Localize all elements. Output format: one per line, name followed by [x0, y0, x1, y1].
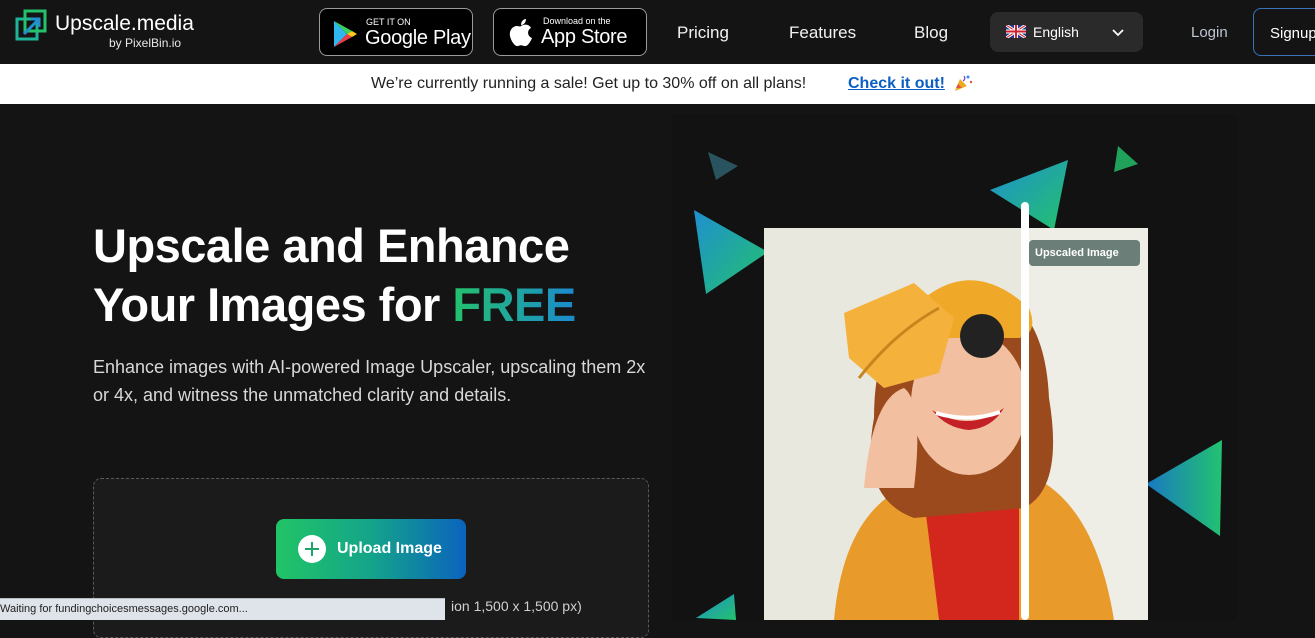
app-store-badge[interactable]: Download on the App Store: [493, 8, 647, 56]
language-select[interactable]: English: [990, 12, 1143, 52]
triangle-shape: [990, 160, 1068, 230]
hero-title-line1: Upscale and Enhance: [93, 219, 570, 272]
party-popper-icon: [955, 75, 973, 91]
google-play-icon: [334, 21, 357, 47]
upscaled-tag-label: Upscaled Image: [1035, 247, 1119, 259]
hero-heading: Upscale and Enhance Your Images for FREE: [93, 216, 576, 334]
comparison-slider-handle[interactable]: [1021, 202, 1029, 620]
brand-sub: by PixelBin.io: [109, 36, 182, 50]
signup-button[interactable]: Signup: [1253, 8, 1315, 56]
logo-mark-icon: [15, 9, 47, 41]
sale-message: We’re currently running a sale! Get up t…: [371, 75, 807, 92]
sale-cta-link[interactable]: Check it out!: [848, 75, 945, 93]
hero-description: Enhance images with AI-powered Image Ups…: [93, 357, 646, 405]
google-play-big: Google Play: [365, 27, 471, 49]
app-store-big: App Store: [541, 26, 628, 48]
login-link[interactable]: Login: [1191, 24, 1228, 41]
comparison-image: [764, 228, 1148, 620]
signup-label: Signup: [1270, 25, 1315, 42]
upload-resolution-note: ion 1,500 x 1,500 px): [451, 598, 582, 614]
apple-icon: [509, 19, 532, 47]
chevron-down-icon: [1112, 29, 1124, 37]
triangle-shape: [696, 594, 736, 620]
google-play-small: GET IT ON: [366, 17, 411, 27]
nav-pricing[interactable]: Pricing: [677, 23, 729, 43]
top-navbar: Upscale.media by PixelBin.io GET IT ON G…: [0, 0, 1315, 64]
hero-title-highlight: FREE: [452, 278, 576, 331]
sale-banner: We’re currently running a sale! Get up t…: [0, 64, 1315, 104]
triangle-shape: [1146, 440, 1222, 536]
upload-button-label: Upload Image: [337, 540, 442, 557]
brand-name: Upscale.media: [55, 12, 194, 35]
nav-features[interactable]: Features: [789, 23, 856, 43]
triangle-shape: [708, 152, 738, 180]
uk-flag-icon: [1006, 25, 1026, 38]
language-label: English: [1033, 24, 1079, 40]
google-play-badge[interactable]: GET IT ON Google Play: [319, 8, 473, 56]
upload-image-button[interactable]: Upload Image: [276, 519, 466, 579]
browser-status-bar: Waiting for fundingchoicesmessages.googl…: [0, 598, 445, 620]
brand-logo[interactable]: Upscale.media by PixelBin.io: [15, 9, 205, 53]
app-store-small: Download on the: [543, 16, 611, 26]
woman-with-leaf-illustration: [834, 280, 1114, 620]
status-text: Waiting for fundingchoicesmessages.googl…: [0, 603, 248, 615]
upscaled-image-tag: Upscaled Image: [1029, 240, 1140, 266]
hero-title-prefix: Your Images for: [93, 278, 453, 331]
triangle-shape: [1114, 146, 1138, 172]
hero-title-line2: Your Images for FREE: [93, 275, 576, 334]
plus-icon: [298, 535, 326, 563]
triangle-shape: [694, 210, 768, 294]
nav-blog[interactable]: Blog: [914, 23, 948, 43]
